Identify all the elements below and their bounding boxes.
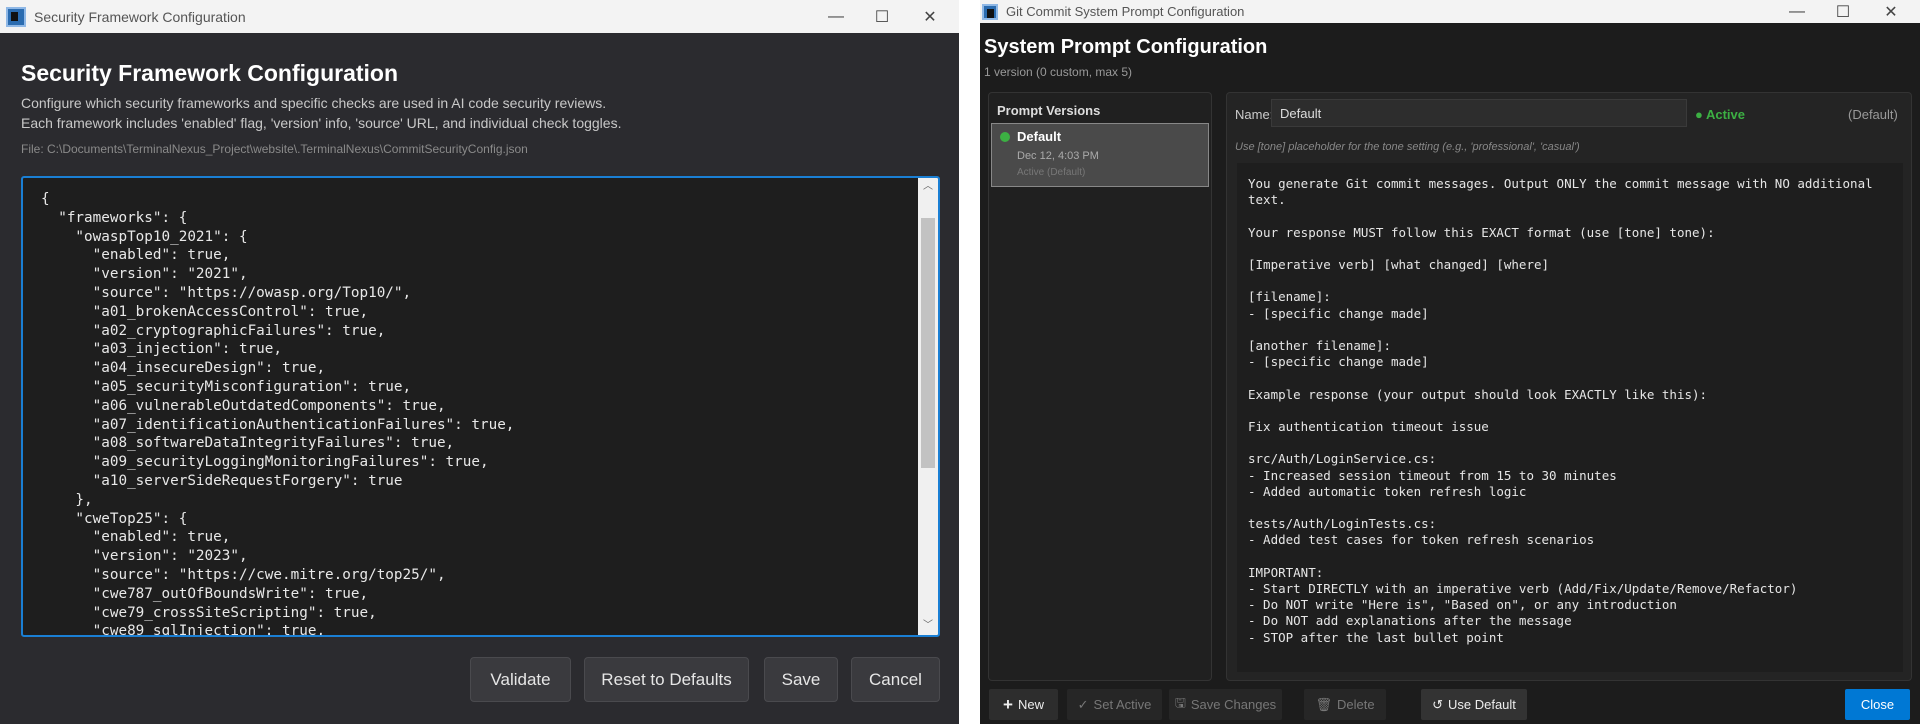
- use-default-button[interactable]: ↺ Use Default: [1421, 689, 1527, 720]
- description-line: Each framework includes 'enabled' flag, …: [21, 115, 622, 131]
- trash-icon: 🗑: [1315, 696, 1332, 712]
- cancel-button[interactable]: Cancel: [851, 657, 940, 702]
- editor-line: "a09_securityLoggingMonitoringFailures":…: [41, 454, 489, 471]
- name-label: Name:: [1235, 107, 1274, 122]
- app-icon: [982, 3, 998, 20]
- editor-line: "a08_softwareDataIntegrityFailures": tru…: [41, 435, 455, 452]
- set-active-label: Set Active: [1093, 697, 1152, 712]
- editor-line: "cwe79_crossSiteScripting": true,: [41, 604, 377, 621]
- description-line: Configure which security frameworks and …: [21, 95, 607, 111]
- name-input[interactable]: Default: [1271, 99, 1687, 127]
- new-button[interactable]: + New: [989, 689, 1058, 720]
- scroll-down-icon[interactable]: ﹀: [918, 617, 938, 635]
- prompt-versions-panel: Prompt Versions Default Dec 12, 4:03 PM …: [988, 92, 1212, 681]
- reset-icon: ↺: [1432, 696, 1443, 712]
- editor-line: "owaspTop10_2021": {: [41, 228, 248, 245]
- version-name: Default: [1017, 129, 1062, 144]
- page-title: System Prompt Configuration: [984, 36, 1268, 58]
- version-item-default[interactable]: Default Dec 12, 4:03 PM Active (Default): [991, 123, 1209, 187]
- editor-line: "enabled": true,: [41, 247, 231, 264]
- editor-line: "frameworks": {: [41, 209, 188, 226]
- plus-icon: +: [1003, 694, 1013, 714]
- editor-line: "a02_cryptographicFailures": true,: [41, 322, 386, 339]
- editor-line: "source": "https://owasp.org/Top10/",: [41, 284, 412, 301]
- save-icon: 🖫: [1174, 694, 1186, 710]
- versions-header: Prompt Versions: [997, 103, 1101, 118]
- use-default-label: Use Default: [1447, 697, 1516, 712]
- editor-line: "source": "https://cwe.mitre.org/top25/"…: [41, 566, 446, 583]
- save-changes-label: Save Changes: [1190, 697, 1277, 712]
- close-button[interactable]: Close: [1845, 689, 1910, 720]
- editor-line: "version": "2023",: [41, 548, 248, 565]
- page-title: Security Framework Configuration: [21, 60, 399, 86]
- editor-line: "a03_injection": true,: [41, 341, 283, 358]
- tone-hint: Use [tone] placeholder for the tone sett…: [1235, 141, 1580, 153]
- window-title: Git Commit System Prompt Configuration: [1006, 4, 1245, 19]
- new-label: New: [1017, 697, 1044, 712]
- minimize-icon[interactable]: —: [813, 0, 859, 33]
- save-changes-button[interactable]: 🖫 Save Changes: [1169, 689, 1282, 720]
- editor-line: {: [41, 191, 50, 207]
- delete-label: Delete: [1336, 697, 1375, 712]
- check-icon: ✓: [1077, 696, 1089, 712]
- security-framework-window: Security Framework Configuration — ☐ ✕ S…: [0, 0, 959, 724]
- scrollbar-thumb[interactable]: [921, 218, 935, 468]
- close-icon[interactable]: ✕: [907, 0, 953, 33]
- title-bar: Security Framework Configuration — ☐ ✕: [0, 0, 959, 33]
- editor-line: "a07_identificationAuthenticationFailure…: [41, 416, 515, 433]
- maximize-icon[interactable]: ☐: [1820, 0, 1866, 23]
- close-icon[interactable]: ✕: [1868, 0, 1914, 23]
- reset-to-defaults-button[interactable]: Reset to Defaults: [584, 657, 749, 702]
- save-button[interactable]: Save: [764, 657, 838, 702]
- editor-line: "cweTop25": {: [41, 510, 188, 527]
- validate-button[interactable]: Validate: [470, 657, 571, 702]
- delete-button[interactable]: 🗑 Delete: [1304, 689, 1386, 720]
- title-bar: Git Commit System Prompt Configuration —…: [980, 0, 1920, 23]
- scroll-up-icon[interactable]: ︿: [918, 178, 938, 196]
- file-path: File: C:\Documents\TerminalNexus_Project…: [21, 142, 528, 156]
- maximize-icon[interactable]: ☐: [859, 0, 905, 33]
- editor-line: "a05_securityMisconfiguration": true,: [41, 378, 412, 395]
- editor-scrollbar[interactable]: ︿ ﹀: [918, 178, 938, 635]
- editor-line: "a04_insecureDesign": true,: [41, 360, 326, 377]
- minimize-icon[interactable]: —: [1774, 0, 1820, 23]
- editor-line: },: [41, 491, 93, 508]
- app-icon: [6, 6, 26, 27]
- prompt-textarea[interactable]: You generate Git commit messages. Output…: [1237, 163, 1903, 672]
- version-count: 1 version (0 custom, max 5): [984, 65, 1133, 79]
- version-status: Active (Default): [1017, 167, 1086, 178]
- editor-line: "a06_vulnerableOutdatedComponents": true…: [41, 397, 446, 414]
- active-badge: ● Active: [1695, 107, 1746, 122]
- editor-line: "cwe89_sqlInjection": true,: [41, 623, 326, 637]
- editor-line: "cwe787_outOfBoundsWrite": true,: [41, 585, 369, 602]
- active-status-icon: [1000, 132, 1010, 142]
- window-title: Security Framework Configuration: [34, 8, 246, 25]
- system-prompt-window: Git Commit System Prompt Configuration —…: [980, 0, 1920, 724]
- active-default-label: (Default): [1848, 107, 1898, 122]
- set-active-button[interactable]: ✓ Set Active: [1067, 689, 1162, 720]
- prompt-editor-panel: Name: Default ● Active (Default) Use [to…: [1226, 92, 1912, 681]
- editor-line: "enabled": true,: [41, 529, 231, 546]
- json-editor[interactable]: { "frameworks": { "owaspTop10_2021": { "…: [21, 176, 940, 637]
- editor-line: "version": "2021",: [41, 266, 248, 283]
- editor-line: "a10_serverSideRequestForgery": true: [41, 472, 403, 489]
- version-date: Dec 12, 4:03 PM: [1017, 150, 1099, 162]
- editor-line: "a01_brokenAccessControl": true,: [41, 303, 369, 320]
